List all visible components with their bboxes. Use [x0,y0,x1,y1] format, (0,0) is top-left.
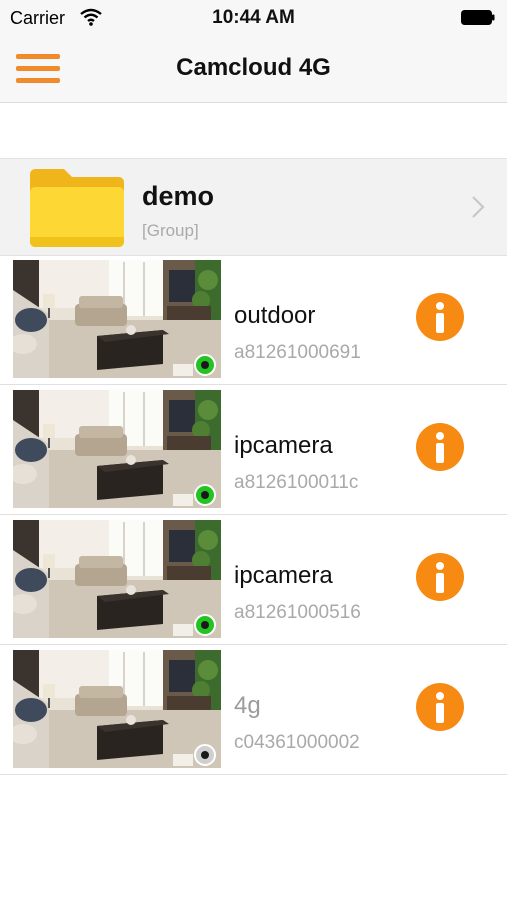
camera-name: ipcamera [234,432,333,459]
status-bar: Carrier 10:44 AM [0,0,507,36]
info-icon[interactable] [416,553,464,601]
group-row-demo[interactable]: demo [Group] [0,158,507,256]
camera-id: a81261000516 [234,602,361,623]
status-dot-icon [194,614,216,636]
group-type-label: [Group] [142,221,199,240]
page-title: Camcloud 4G [176,54,331,81]
info-icon[interactable] [416,683,464,731]
status-dot-icon [194,744,216,766]
status-dot-icon [194,354,216,376]
camera-thumbnail [13,650,221,768]
camera-id: c04361000002 [234,732,360,753]
camera-row[interactable]: ipcamera a8126100011c [0,384,507,515]
info-icon[interactable] [416,423,464,471]
camera-id: a81261000691 [234,342,361,363]
camera-name: 4g [234,692,261,719]
nav-bar: Camcloud 4G [0,36,507,103]
camera-thumbnail [13,390,221,508]
camera-thumbnail [13,520,221,638]
camera-row[interactable]: outdoor a81261000691 [0,254,507,385]
camera-name: outdoor [234,302,316,329]
clock: 10:44 AM [212,7,295,28]
folder-icon [30,169,124,247]
info-icon[interactable] [416,293,464,341]
camera-id: a8126100011c [234,472,359,493]
camera-row[interactable]: ipcamera a81261000516 [0,514,507,645]
camera-thumbnail [13,260,221,378]
group-name: demo [142,181,215,211]
camera-name: ipcamera [234,562,333,589]
chevron-right-icon [472,196,485,218]
battery-icon [461,10,495,25]
status-dot-icon [194,484,216,506]
camera-row[interactable]: 4g c04361000002 [0,644,507,775]
